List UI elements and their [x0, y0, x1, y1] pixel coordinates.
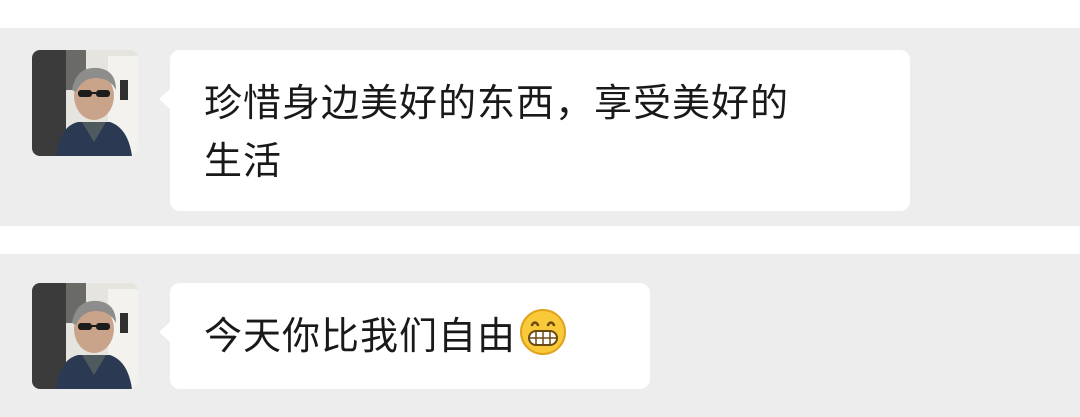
message-bubble[interactable]: 今天你比我们自由 [159, 283, 650, 389]
message-text-line: 生活 [204, 139, 283, 183]
avatar-photo [32, 50, 138, 156]
message-text-line: 珍惜身边美好的东西，享受美好的 [204, 81, 790, 125]
avatar[interactable] [32, 283, 138, 389]
avatar-photo [32, 283, 138, 389]
avatar[interactable] [32, 50, 138, 156]
grinning-face-icon [518, 307, 568, 357]
message-row: 珍惜身边美好的东西，享受美好的 生活 [0, 28, 1080, 226]
message-row: 今天你比我们自由 [0, 254, 1080, 417]
chat-view: 珍惜身边美好的东西，享受美好的 生活 今天你比我们自由 [0, 0, 1080, 417]
message-bubble[interactable]: 珍惜身边美好的东西，享受美好的 生活 [159, 50, 910, 211]
message-text: 今天你比我们自由 [204, 314, 517, 358]
